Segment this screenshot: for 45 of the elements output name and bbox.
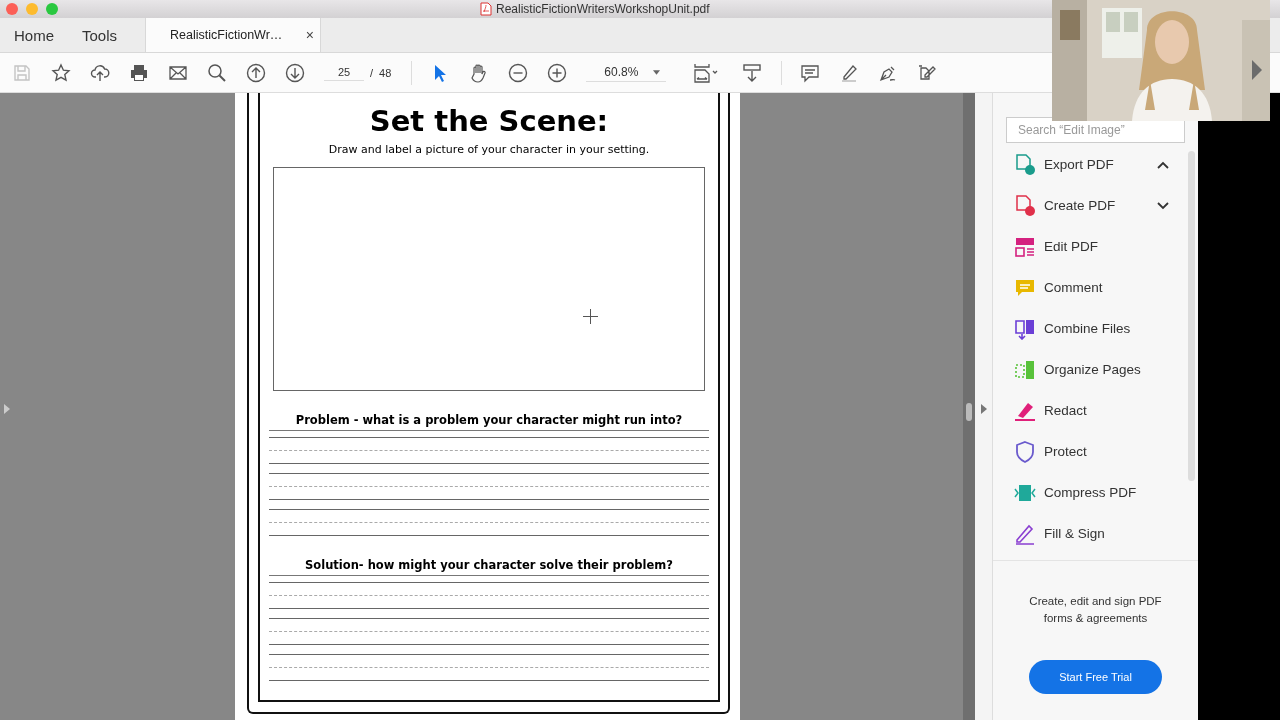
zoom-out-icon[interactable] bbox=[508, 62, 529, 83]
caret-icon bbox=[653, 69, 661, 75]
tool-item[interactable]: Redact bbox=[1014, 390, 1169, 431]
zoom-dropdown[interactable]: 60.8% bbox=[586, 63, 667, 82]
page-separator: / bbox=[370, 66, 374, 79]
next-page-icon[interactable] bbox=[285, 62, 305, 83]
nav-tab[interactable]: Tools bbox=[68, 18, 132, 52]
page-count: 48 bbox=[379, 66, 392, 79]
instruction-text: Draw and label a picture of your character in your setting. bbox=[328, 143, 650, 156]
promo-text: Create, edit and sign PDF forms & agreements bbox=[1028, 594, 1163, 626]
crosshair-cursor-icon bbox=[583, 309, 598, 324]
search-icon[interactable] bbox=[207, 62, 227, 83]
scroll-mode-icon[interactable] bbox=[742, 62, 763, 83]
tool-item[interactable]: Fill & Sign bbox=[1014, 513, 1169, 554]
panel-toggle-icon[interactable] bbox=[4, 404, 10, 414]
chevron-icon[interactable] bbox=[1157, 160, 1169, 169]
print-icon[interactable] bbox=[129, 62, 149, 83]
nav-tab[interactable]: Home bbox=[0, 18, 68, 52]
tool-item[interactable]: Create PDF bbox=[1014, 185, 1169, 226]
cloud-upload-icon[interactable] bbox=[90, 62, 110, 83]
close-tab-button[interactable]: × bbox=[305, 27, 315, 43]
section-heading: Problem - what is a problem your character might run into? bbox=[295, 413, 683, 427]
panel-toggle-icon[interactable] bbox=[981, 404, 987, 414]
window-title: RealisticFictionWritersWorkshopUnit.pdf bbox=[496, 2, 710, 16]
scrollbar-thumb[interactable] bbox=[966, 403, 972, 421]
page-title: Set the Scene: bbox=[369, 103, 609, 139]
scrollbar-thumb[interactable] bbox=[1188, 151, 1195, 481]
tool-item[interactable]: Protect bbox=[1014, 431, 1169, 472]
start-trial-button[interactable]: Start Free Trial bbox=[1029, 660, 1162, 694]
tool-item[interactable]: Compress PDF bbox=[1014, 472, 1169, 513]
zoom-in-icon[interactable] bbox=[547, 62, 568, 83]
tool-item[interactable]: Comment bbox=[1014, 267, 1169, 308]
document-pen-icon[interactable] bbox=[917, 62, 938, 83]
tool-item[interactable]: Edit PDF bbox=[1014, 226, 1169, 267]
tool-item[interactable]: Combine Files bbox=[1014, 308, 1169, 349]
chevron-icon[interactable] bbox=[1157, 201, 1169, 210]
pdf-file-icon bbox=[480, 2, 492, 16]
comment-icon[interactable] bbox=[800, 62, 821, 83]
star-icon[interactable] bbox=[51, 62, 71, 83]
page-number-field[interactable]: 25 bbox=[324, 64, 364, 81]
previous-page-icon[interactable] bbox=[246, 62, 266, 83]
tool-item[interactable]: Export PDF bbox=[1014, 144, 1169, 185]
tool-item[interactable]: Organize Pages bbox=[1014, 349, 1169, 390]
section-heading: Solution- how might your character solve their problem? bbox=[305, 558, 673, 572]
document-tab[interactable]: RealisticFictionWr… × bbox=[145, 18, 322, 52]
